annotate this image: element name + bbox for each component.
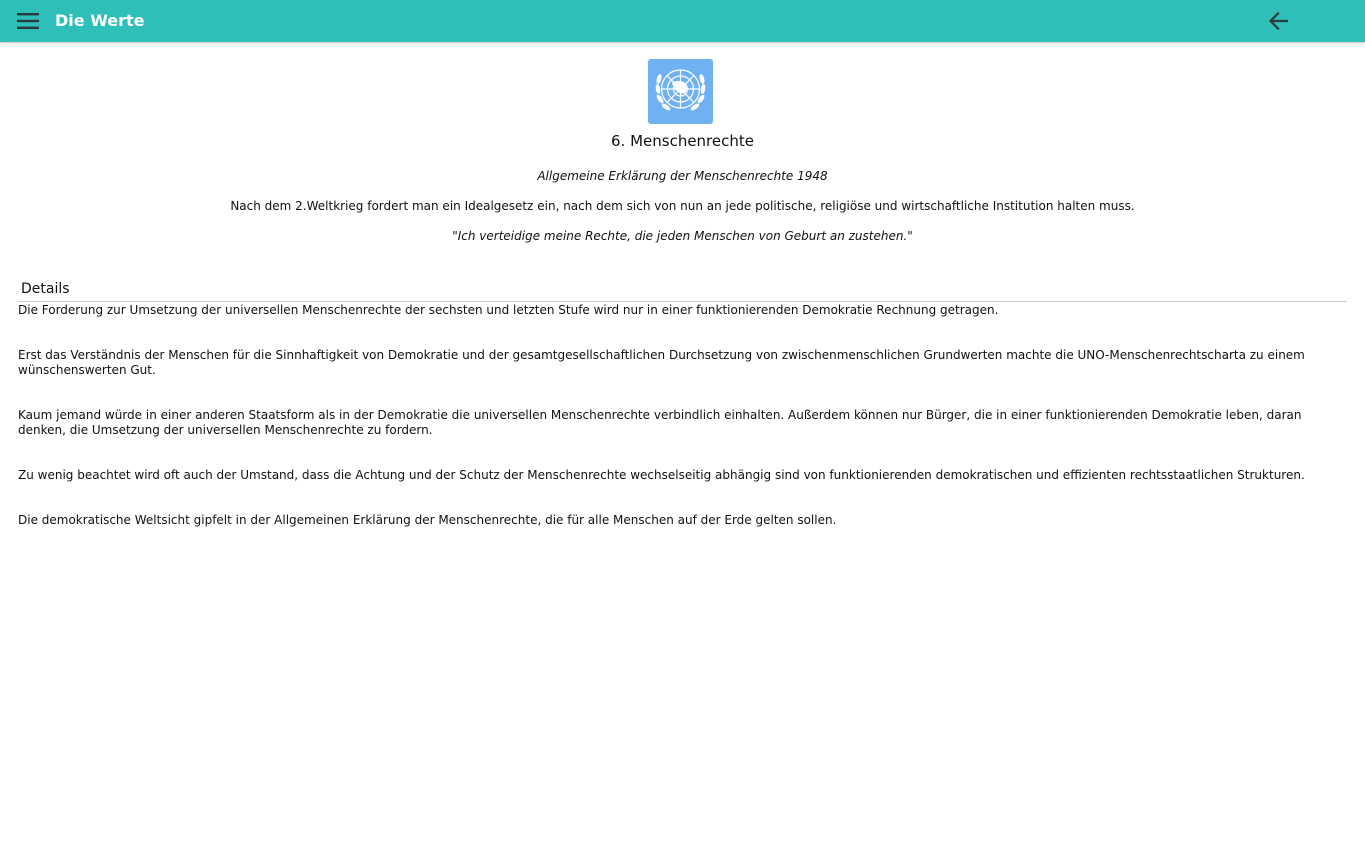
details-paragraph: Erst das Verständnis der Menschen für di… [18, 348, 1305, 377]
app-bar: Die Werte [0, 0, 1365, 42]
quote-text: "Ich verteidige meine Rechte, die jeden … [452, 229, 913, 243]
details-paragraph: Die Forderung zur Umsetzung der universe… [18, 303, 999, 317]
page-title: 6. Menschenrechte [611, 132, 754, 150]
app-title: Die Werte [55, 11, 145, 30]
hamburger-menu-icon[interactable] [10, 6, 46, 36]
divider [18, 301, 1347, 302]
details-paragraph: Zu wenig beachtet wird oft auch der Umst… [18, 468, 1305, 482]
intro-text: Nach dem 2.Weltkrieg fordert man ein Ide… [230, 199, 1135, 213]
details-heading: Details [21, 281, 70, 297]
details-paragraph: Kaum jemand würde in einer anderen Staat… [18, 408, 1302, 437]
arrow-back-icon[interactable] [1262, 6, 1294, 36]
details-paragraph: Die demokratische Weltsicht gipfelt in d… [18, 513, 837, 527]
un-emblem-icon [648, 59, 713, 124]
subtitle: Allgemeine Erklärung der Menschenrechte … [537, 169, 828, 183]
